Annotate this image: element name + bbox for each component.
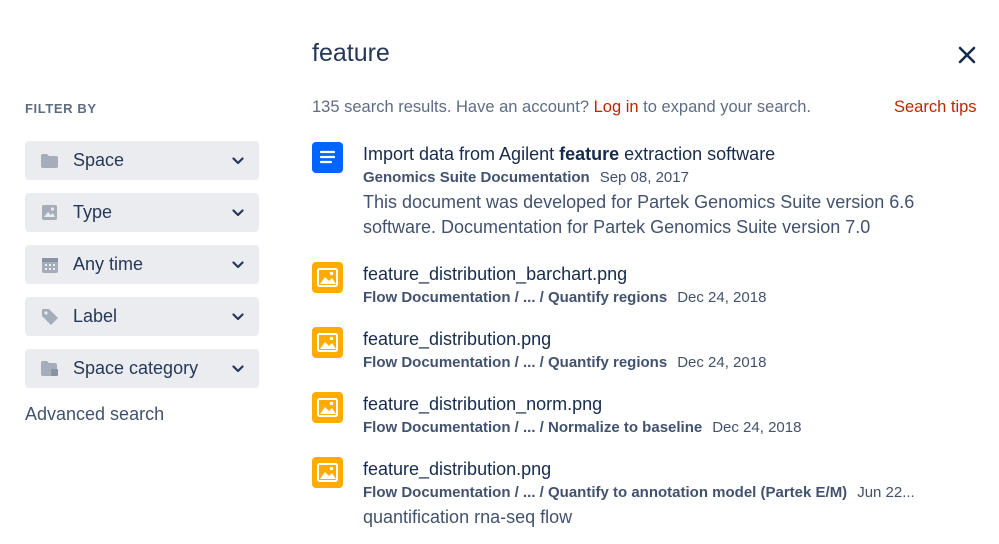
image-file-icon xyxy=(312,262,343,293)
result-excerpt: This document was developed for Partek G… xyxy=(363,192,915,237)
search-tips-link[interactable]: Search tips xyxy=(894,98,977,117)
summary-prefix: 135 search results. Have an account? xyxy=(312,98,594,116)
result-excerpt: quantification rna-seq flow xyxy=(363,507,573,527)
result-meta: Flow Documentation / ... / Quantify regi… xyxy=(363,352,972,374)
filter-heading: FILTER BY xyxy=(25,101,97,116)
folder-category-icon xyxy=(40,359,59,378)
filter-space-category-label: Space category xyxy=(73,358,199,378)
chevron-down-icon xyxy=(231,362,245,376)
result-title[interactable]: Import data from Agilent feature extract… xyxy=(363,142,972,166)
result-title-highlight: feature xyxy=(559,144,620,164)
chevron-down-icon xyxy=(231,310,245,324)
tag-icon xyxy=(40,307,59,326)
filter-time-label: Any time xyxy=(73,254,144,274)
document-icon xyxy=(312,142,343,173)
result-meta: Genomics Suite Documentation Sep 08, 2017 xyxy=(363,167,972,189)
result-meta: Flow Documentation / ... / Quantify regi… xyxy=(363,287,972,309)
result-date: Dec 24, 2018 xyxy=(677,354,767,371)
filter-space-label: Space xyxy=(73,150,125,170)
result-path: Flow Documentation / ... / Quantify to a… xyxy=(363,484,848,501)
filter-space[interactable]: Space xyxy=(25,141,259,180)
close-button[interactable] xyxy=(957,45,977,65)
image-file-icon xyxy=(312,457,343,488)
filter-list: Space Type Any time Label Space category xyxy=(25,141,259,401)
image-icon xyxy=(40,203,59,222)
results-summary: 135 search results. Have an account? Log… xyxy=(312,98,811,117)
filter-time[interactable]: Any time xyxy=(25,245,259,284)
result-title[interactable]: feature_distribution_norm.png xyxy=(363,392,972,416)
result-path: Flow Documentation / ... / Normalize to … xyxy=(363,419,703,436)
filter-label[interactable]: Label xyxy=(25,297,259,336)
login-link[interactable]: Log in xyxy=(594,98,639,116)
chevron-down-icon xyxy=(231,154,245,168)
result-title-text: extraction software xyxy=(619,144,776,164)
filter-space-category[interactable]: Space category xyxy=(25,349,259,388)
result-date: Jun 22... xyxy=(857,484,915,501)
folder-icon xyxy=(40,151,59,170)
advanced-search-link[interactable]: Advanced search xyxy=(25,404,164,425)
result-meta: Flow Documentation / ... / Quantify to a… xyxy=(363,482,972,504)
filter-type[interactable]: Type xyxy=(25,193,259,232)
result-date: Sep 08, 2017 xyxy=(599,169,689,186)
filter-label-label: Label xyxy=(73,306,118,326)
result-title[interactable]: feature_distribution_barchart.png xyxy=(363,262,972,286)
result-title[interactable]: feature_distribution.png xyxy=(363,327,972,351)
search-query-input[interactable]: feature xyxy=(312,39,390,68)
result-meta: Flow Documentation / ... / Normalize to … xyxy=(363,417,972,439)
result-title[interactable]: feature_distribution.png xyxy=(363,457,972,481)
calendar-icon xyxy=(40,255,59,274)
result-title-text: Import data from Agilent xyxy=(363,144,560,164)
close-icon xyxy=(958,46,976,64)
image-file-icon xyxy=(312,392,343,423)
summary-suffix: to expand your search. xyxy=(638,98,811,116)
result-date: Dec 24, 2018 xyxy=(677,289,767,306)
result-path: Flow Documentation / ... / Quantify regi… xyxy=(363,289,668,306)
filter-type-label: Type xyxy=(73,202,113,222)
result-date: Dec 24, 2018 xyxy=(712,419,802,436)
result-path: Flow Documentation / ... / Quantify regi… xyxy=(363,354,668,371)
result-path: Genomics Suite Documentation xyxy=(363,169,590,186)
chevron-down-icon xyxy=(231,206,245,220)
chevron-down-icon xyxy=(231,258,245,272)
image-file-icon xyxy=(312,327,343,358)
